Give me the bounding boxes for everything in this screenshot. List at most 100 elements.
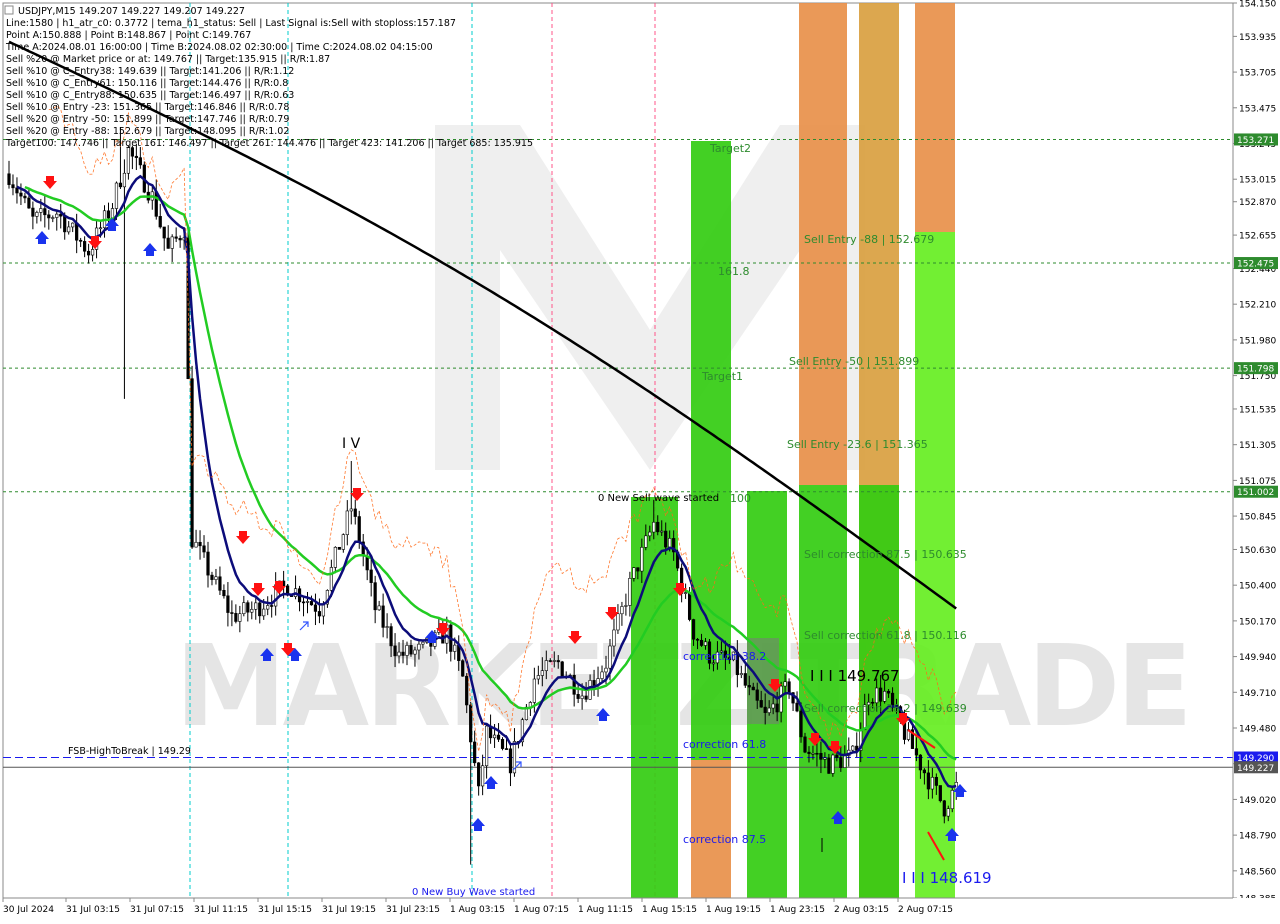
candle-body xyxy=(353,508,357,517)
candle-body xyxy=(377,605,381,611)
candle-body xyxy=(500,739,505,749)
candle-body xyxy=(556,660,560,663)
candle-body xyxy=(409,645,413,655)
time-tick-label: 2 Aug 03:15 xyxy=(834,905,889,915)
price-tick-label: 153.705 xyxy=(1239,69,1276,79)
candle-body xyxy=(258,602,262,617)
time-tick-label: 2 Aug 07:15 xyxy=(898,905,953,915)
candle-body xyxy=(194,541,198,548)
candle-body xyxy=(755,689,759,701)
info-line-9: Sell %20 @ Entry -88: 152.679 || Target:… xyxy=(6,126,289,137)
candle-body xyxy=(759,700,763,708)
candle-body xyxy=(548,660,552,662)
price-axis: 154.150153.935153.705153.475153.245153.0… xyxy=(1232,0,1280,920)
candle-body xyxy=(938,785,942,802)
candle-body xyxy=(751,686,755,691)
candle-body xyxy=(946,808,950,817)
time-tick-label: 1 Aug 03:15 xyxy=(450,905,505,915)
price-chart[interactable]: MARKETZITRADE Target2 161.8 Target1 0 New Se… xyxy=(0,0,1280,920)
sell-entry-88-label: Sell Entry -88 | 152.679 xyxy=(804,233,934,246)
candle-body xyxy=(942,800,946,817)
price-level-badge-label: 149.227 xyxy=(1237,764,1274,774)
zone-sell-correction xyxy=(799,485,847,898)
candle-body xyxy=(616,613,620,631)
time-tick-label: 30 Jul 2024 xyxy=(3,905,54,915)
candle-body xyxy=(795,702,799,712)
candle-body xyxy=(162,226,166,239)
candle-body xyxy=(532,678,536,703)
candle-body xyxy=(687,592,692,620)
candle-body xyxy=(210,574,214,580)
candle-body xyxy=(333,546,337,568)
price-tick-label: 153.935 xyxy=(1239,33,1276,43)
candle-body xyxy=(170,236,174,249)
candle-body xyxy=(313,604,318,612)
candle-body xyxy=(930,776,934,790)
candle-body xyxy=(620,606,624,615)
candle-body xyxy=(711,662,716,665)
candle-body xyxy=(39,208,43,213)
info-line-0: Line:1580 | h1_atr_c0: 0.3772 | tema_h1_… xyxy=(6,18,456,29)
time-tick-label: 1 Aug 23:15 xyxy=(770,905,825,915)
candle-body xyxy=(23,195,27,199)
candle-body xyxy=(134,155,138,158)
info-line-7: Sell %10 @ Entry -23: 151.365 || Target:… xyxy=(6,102,289,113)
candle-body xyxy=(83,241,87,252)
candle-body xyxy=(775,703,779,713)
candle-body xyxy=(827,757,831,774)
info-line-2: Time A:2024.08.01 16:00:00 | Time B:2024… xyxy=(5,42,433,53)
candle-body xyxy=(206,551,210,576)
candle-body xyxy=(664,530,668,548)
price-tick-label: 148.560 xyxy=(1239,867,1276,877)
candle-body xyxy=(254,602,258,610)
candle-body xyxy=(922,769,926,774)
info-line-5: Sell %10 @ C_Entry61: 150.116 || Target:… xyxy=(6,78,288,89)
candle-body xyxy=(604,667,608,673)
candle-body xyxy=(198,541,202,547)
candle-body xyxy=(914,748,919,756)
candle-body xyxy=(71,222,75,228)
candle-body xyxy=(118,182,123,188)
candle-body xyxy=(918,754,923,771)
chart-root[interactable]: MARKETZITRADE Target2 161.8 Target1 0 New Se… xyxy=(0,0,1280,920)
candle-body xyxy=(628,578,632,606)
candle-body xyxy=(703,641,708,646)
price-tick-label: 151.535 xyxy=(1239,405,1276,415)
candle-body xyxy=(779,685,783,713)
candle-body xyxy=(461,660,465,677)
fib-161-label: 161.8 xyxy=(718,265,750,278)
time-tick-label: 31 Jul 03:15 xyxy=(66,905,120,915)
time-axis: 30 Jul 2024 31 Jul 03:15 31 Jul 07:15 31 Ju… xyxy=(0,897,1280,920)
candle-body xyxy=(110,208,115,219)
candle-body xyxy=(309,601,314,606)
candle-body xyxy=(600,671,604,679)
time-tick-label: 31 Jul 23:15 xyxy=(386,905,440,915)
info-line-6: Sell %10 @ C_Entry88: 150.635 || Target:… xyxy=(6,90,294,101)
candle-body xyxy=(405,645,409,656)
price-tick-label: 149.020 xyxy=(1239,796,1276,806)
candle-body xyxy=(644,535,648,548)
info-line-1: Point A:150.888 | Point B:148.867 | Poin… xyxy=(6,30,251,41)
candle-body xyxy=(640,547,644,572)
point-c-label: I I I 149.767 xyxy=(810,667,900,685)
candle-body xyxy=(270,605,274,607)
candle-body xyxy=(250,608,254,613)
candle-body xyxy=(11,184,15,189)
candle-body xyxy=(576,694,580,699)
sell-entry-23-label: Sell Entry -23.6 | 151.365 xyxy=(787,438,928,451)
zone-correction xyxy=(631,497,678,898)
candle-body xyxy=(743,673,747,686)
time-tick-label: 31 Jul 11:15 xyxy=(194,905,248,915)
candle-body xyxy=(882,690,887,702)
candle-body xyxy=(262,608,266,617)
candle-body xyxy=(365,555,369,571)
target1-label: Target1 xyxy=(701,370,743,383)
price-tick-label: 150.845 xyxy=(1239,513,1276,523)
candle-body xyxy=(417,643,421,651)
candle-body xyxy=(87,250,91,256)
candle-body xyxy=(317,611,322,617)
candle-body xyxy=(926,772,930,790)
candle-body xyxy=(835,754,839,758)
candle-body xyxy=(337,546,341,550)
candle-body xyxy=(799,710,803,738)
